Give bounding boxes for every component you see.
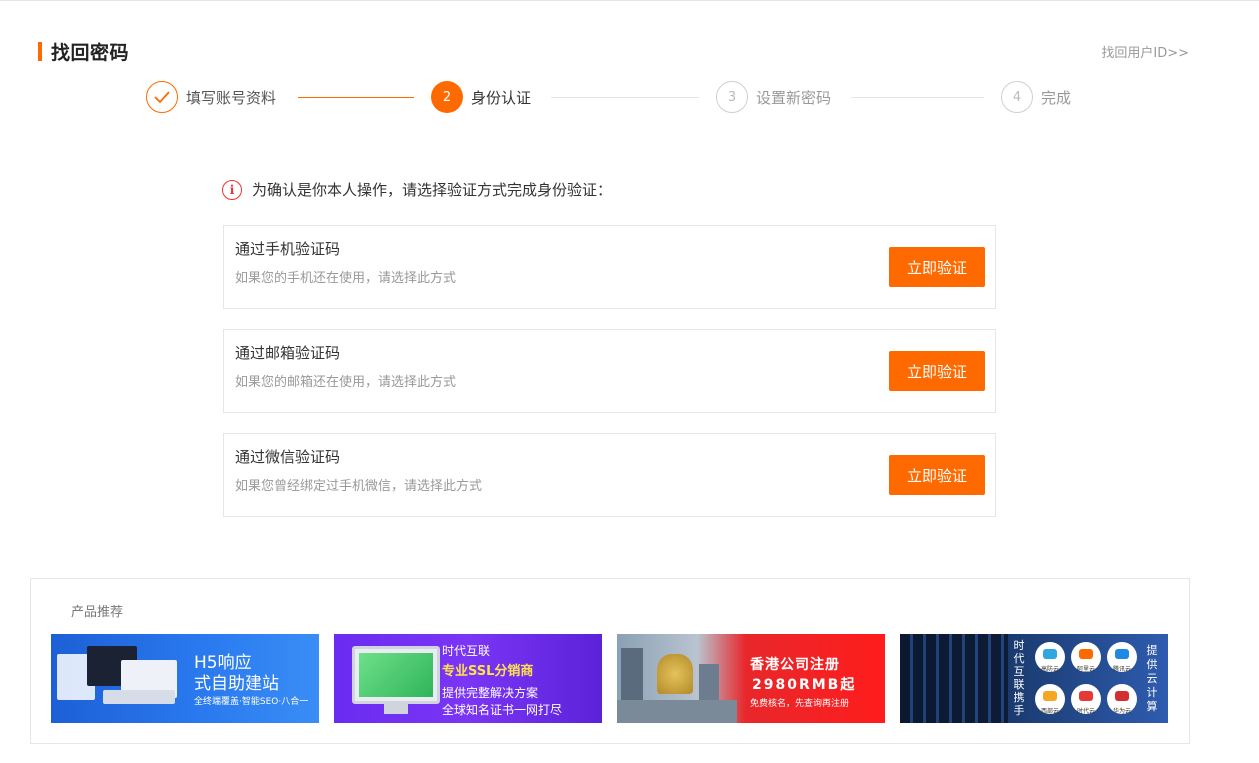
step-connector-done [298, 97, 414, 98]
monitor-icon [352, 646, 440, 704]
cloud-logo-icon: 华为云 [1107, 684, 1137, 715]
progress-steps: 填写账号资料 2 身份认证 3 设置新密码 4 完成 [146, 80, 1086, 114]
server-racks-illustration [900, 634, 1008, 723]
step-label: 填写账号资料 [186, 88, 277, 107]
option-wechat-verify: 通过微信验证码 如果您曾经绑定过手机微信，请选择此方式 立即验证 [223, 433, 996, 517]
verify-notice: i 为确认是你本人操作，请选择验证方式完成身份验证： [222, 179, 612, 200]
page-title-wrap: 找回密码 [38, 39, 130, 64]
banner-line: 专业SSL分销商 [442, 664, 534, 679]
banner-line: 香港公司注册 [750, 657, 840, 673]
banner-ssl-reseller[interactable]: 时代互联 专业SSL分销商 提供完整解决方案 全球知名证书一网打尽 [334, 634, 602, 723]
banner-line: 全球知名证书一网打尽 [442, 703, 563, 717]
option-desc: 如果您的手机还在使用，请选择此方式 [235, 271, 457, 286]
banner-line: 全终端覆盖·智能SEO·八合一 [194, 697, 309, 707]
top-divider [0, 0, 1259, 1]
cloud-logo-icon: 腾讯云 [1107, 642, 1137, 673]
title-accent-bar [38, 41, 42, 61]
banner-line: 免费核名，先查询再注册 [750, 699, 850, 709]
page-title: 找回密码 [51, 41, 130, 64]
banner-hk-company-register[interactable]: 香港公司注册 2980RMB起 免费核名，先查询再注册 [617, 634, 885, 723]
step-label: 设置新密码 [756, 88, 832, 107]
option-phone-verify: 通过手机验证码 如果您的手机还在使用，请选择此方式 立即验证 [223, 225, 996, 309]
step-fill-account-info: 填写账号资料 [146, 80, 276, 114]
banner-line: 提供完整解决方案 [442, 686, 539, 700]
step-number: 3 [716, 81, 748, 113]
verify-phone-button[interactable]: 立即验证 [889, 247, 985, 287]
banner-line: 式自助建站 [194, 674, 279, 694]
verify-wechat-button[interactable]: 立即验证 [889, 455, 985, 495]
cloud-logo-icon: 西部云 [1035, 684, 1065, 715]
banner-h5-site-builder[interactable]: H5响应 式自助建站 全终端覆盖·智能SEO·八合一 [51, 634, 319, 723]
option-title: 通过微信验证码 [235, 448, 341, 466]
option-desc: 如果您的邮箱还在使用，请选择此方式 [235, 375, 457, 390]
cloud-logo-icon: 时代云 [1071, 684, 1101, 715]
option-title: 通过手机验证码 [235, 240, 341, 258]
step-identity-verify: 2 身份认证 [431, 80, 531, 114]
devices-illustration [57, 646, 187, 716]
step-connector [851, 97, 984, 98]
step-set-new-password: 3 设置新密码 [716, 80, 831, 114]
cloud-logos: 高防云 阿里云 腾讯云 西部云 时代云 华为云 [1033, 642, 1141, 718]
verify-email-button[interactable]: 立即验证 [889, 351, 985, 391]
product-recommend-title: 产品推荐 [71, 605, 124, 620]
banner-vertical-text: 时代互联携手 [1013, 639, 1025, 717]
banner-cloud-computing[interactable]: 时代互联携手 高防云 阿里云 腾讯云 西部云 时代云 华为云 提供云计算 [900, 634, 1168, 723]
step-number: 4 [1001, 81, 1033, 113]
step-label: 身份认证 [471, 88, 532, 107]
option-title: 通过邮箱验证码 [235, 344, 341, 362]
banner-line: 2980RMB起 [752, 677, 857, 693]
check-icon [146, 81, 178, 113]
cloud-logo-icon: 阿里云 [1071, 642, 1101, 673]
step-label: 完成 [1041, 88, 1072, 107]
banner-vertical-text: 提供云计算 [1146, 644, 1158, 713]
notice-text: 为确认是你本人操作，请选择验证方式完成身份验证： [252, 181, 613, 199]
option-desc: 如果您曾经绑定过手机微信，请选择此方式 [235, 479, 483, 494]
info-icon: i [222, 179, 242, 200]
option-email-verify: 通过邮箱验证码 如果您的邮箱还在使用，请选择此方式 立即验证 [223, 329, 996, 413]
step-complete: 4 完成 [1001, 80, 1071, 114]
step-connector [551, 97, 699, 98]
cloud-logo-icon: 高防云 [1035, 642, 1065, 673]
step-number: 2 [431, 81, 463, 113]
find-user-id-link[interactable]: 找回用户ID>> [1101, 42, 1189, 61]
golden-bauhinia-icon [657, 654, 693, 694]
product-recommend-panel: 产品推荐 H5响应 式自助建站 全终端覆盖·智能SEO·八合一 时代互联 专业S… [30, 578, 1190, 744]
banner-line: 时代互联 [442, 644, 491, 658]
